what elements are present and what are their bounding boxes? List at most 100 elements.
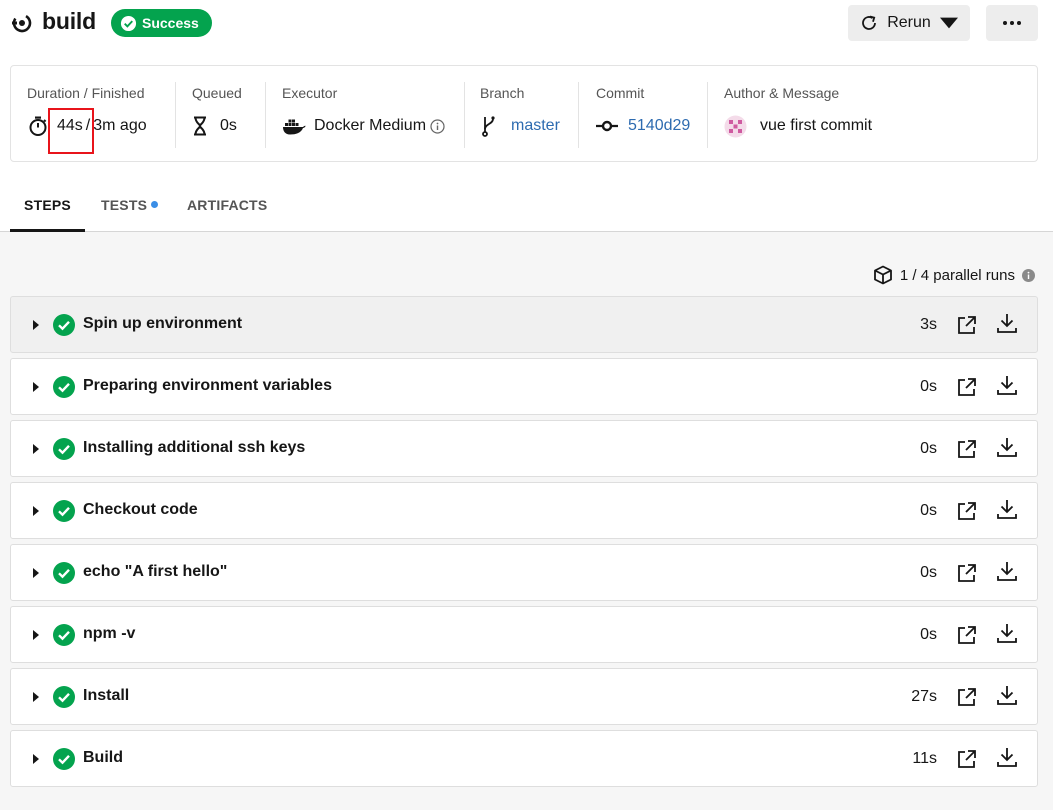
success-check-icon	[53, 376, 75, 398]
external-link-icon[interactable]	[957, 439, 977, 459]
caret-right-icon[interactable]	[32, 754, 40, 764]
tab-steps-label: STEPS	[24, 196, 71, 213]
external-link-icon[interactable]	[957, 501, 977, 521]
step-duration: 0s	[920, 440, 937, 457]
more-options-button[interactable]	[986, 5, 1038, 41]
status-label: Success	[142, 15, 199, 31]
tab-tests[interactable]: TESTS	[101, 178, 159, 231]
caret-right-icon[interactable]	[32, 444, 40, 454]
step-name: Spin up environment	[83, 315, 243, 332]
job-header: build Success Rerun	[0, 0, 1053, 46]
executor-label: Executor	[282, 85, 338, 101]
parallel-runs-selector[interactable]: 1 / 4 parallel runs	[873, 264, 1035, 286]
external-link-icon[interactable]	[957, 687, 977, 707]
step-name: npm -v	[83, 625, 136, 642]
git-branch-icon	[482, 116, 495, 137]
step-row[interactable]: Checkout code 0s	[10, 482, 1038, 539]
divider	[175, 82, 176, 148]
step-name: Build	[83, 749, 123, 766]
divider	[464, 82, 465, 148]
download-icon[interactable]	[996, 312, 1018, 334]
avatar[interactable]	[724, 115, 747, 138]
success-check-icon	[53, 500, 75, 522]
step-name: echo "A first hello"	[83, 563, 228, 580]
step-row[interactable]: Preparing environment variables 0s	[10, 358, 1038, 415]
step-row[interactable]: npm -v 0s	[10, 606, 1038, 663]
download-icon[interactable]	[996, 560, 1018, 582]
step-duration: 0s	[920, 564, 937, 581]
divider	[707, 82, 708, 148]
step-name: Preparing environment variables	[83, 377, 332, 394]
docker-icon	[283, 119, 306, 135]
stopwatch-icon	[29, 116, 47, 136]
executor-value: Docker Medium	[314, 117, 427, 134]
step-name: Installing additional ssh keys	[83, 439, 306, 456]
duration-label: Duration / Finished	[27, 85, 145, 101]
external-link-icon[interactable]	[957, 563, 977, 583]
download-icon[interactable]	[996, 498, 1018, 520]
executor-value-group: Docker Medium	[282, 115, 445, 137]
step-name: Checkout code	[83, 501, 198, 518]
job-icon	[12, 13, 32, 33]
caret-down-icon	[939, 17, 958, 29]
external-link-icon[interactable]	[957, 625, 977, 645]
commit-label: Commit	[596, 85, 645, 101]
tab-artifacts[interactable]: ARTIFACTS	[187, 178, 267, 231]
step-duration: 3s	[920, 316, 937, 333]
step-duration: 0s	[920, 378, 937, 395]
rerun-button[interactable]: Rerun	[848, 5, 970, 41]
git-commit-icon	[596, 120, 618, 132]
branch-link[interactable]: master	[511, 117, 560, 135]
caret-right-icon[interactable]	[32, 382, 40, 392]
queued-value: 0s	[220, 117, 237, 134]
queued-label: Queued	[192, 85, 242, 101]
commit-value-group: 5140d29	[596, 115, 690, 137]
step-row[interactable]: echo "A first hello" 0s	[10, 544, 1038, 601]
finished-value: 3m ago	[93, 117, 147, 134]
rerun-label: Rerun	[887, 14, 931, 31]
parallel-runs-label: 1 / 4 parallel runs	[899, 266, 1015, 284]
branch-label: Branch	[480, 85, 525, 101]
external-link-icon[interactable]	[957, 315, 977, 335]
divider	[265, 82, 266, 148]
check-circle-icon	[120, 15, 137, 31]
caret-right-icon[interactable]	[32, 320, 40, 330]
duration-separator: /	[85, 117, 91, 134]
success-check-icon	[53, 314, 75, 336]
steps-panel: 1 / 4 parallel runs Spin up environment …	[0, 232, 1053, 810]
step-duration: 27s	[911, 688, 937, 705]
caret-right-icon[interactable]	[32, 630, 40, 640]
success-check-icon	[53, 748, 75, 770]
step-row[interactable]: Install 27s	[10, 668, 1038, 725]
step-row[interactable]: Installing additional ssh keys 0s	[10, 420, 1038, 477]
step-row[interactable]: Spin up environment 3s	[10, 296, 1038, 353]
job-summary-card: Duration / Finished 44s / 3m ago Queued …	[10, 65, 1038, 162]
step-duration: 0s	[920, 626, 937, 643]
job-tabs: STEPS TESTS ARTIFACTS	[0, 178, 1053, 232]
tab-steps[interactable]: STEPS	[10, 178, 85, 232]
download-icon[interactable]	[996, 436, 1018, 458]
page-title: build	[42, 8, 96, 34]
info-icon[interactable]	[430, 118, 445, 134]
info-icon[interactable]	[1022, 268, 1035, 282]
refresh-icon	[862, 15, 877, 30]
step-row[interactable]: Build 11s	[10, 730, 1038, 787]
commit-message: vue first commit	[760, 117, 873, 134]
author-label: Author & Message	[724, 85, 840, 101]
success-check-icon	[53, 624, 75, 646]
author-value-group: vue first commit	[724, 115, 872, 137]
download-icon[interactable]	[996, 684, 1018, 706]
external-link-icon[interactable]	[957, 377, 977, 397]
success-check-icon	[53, 686, 75, 708]
download-icon[interactable]	[996, 374, 1018, 396]
divider	[578, 82, 579, 148]
download-icon[interactable]	[996, 746, 1018, 768]
commit-link[interactable]: 5140d29	[628, 117, 690, 135]
download-icon[interactable]	[996, 622, 1018, 644]
caret-right-icon[interactable]	[32, 692, 40, 702]
notification-dot	[151, 201, 159, 208]
external-link-icon[interactable]	[957, 749, 977, 769]
caret-right-icon[interactable]	[32, 568, 40, 578]
caret-right-icon[interactable]	[32, 506, 40, 516]
duration-value: 44s	[57, 117, 83, 134]
